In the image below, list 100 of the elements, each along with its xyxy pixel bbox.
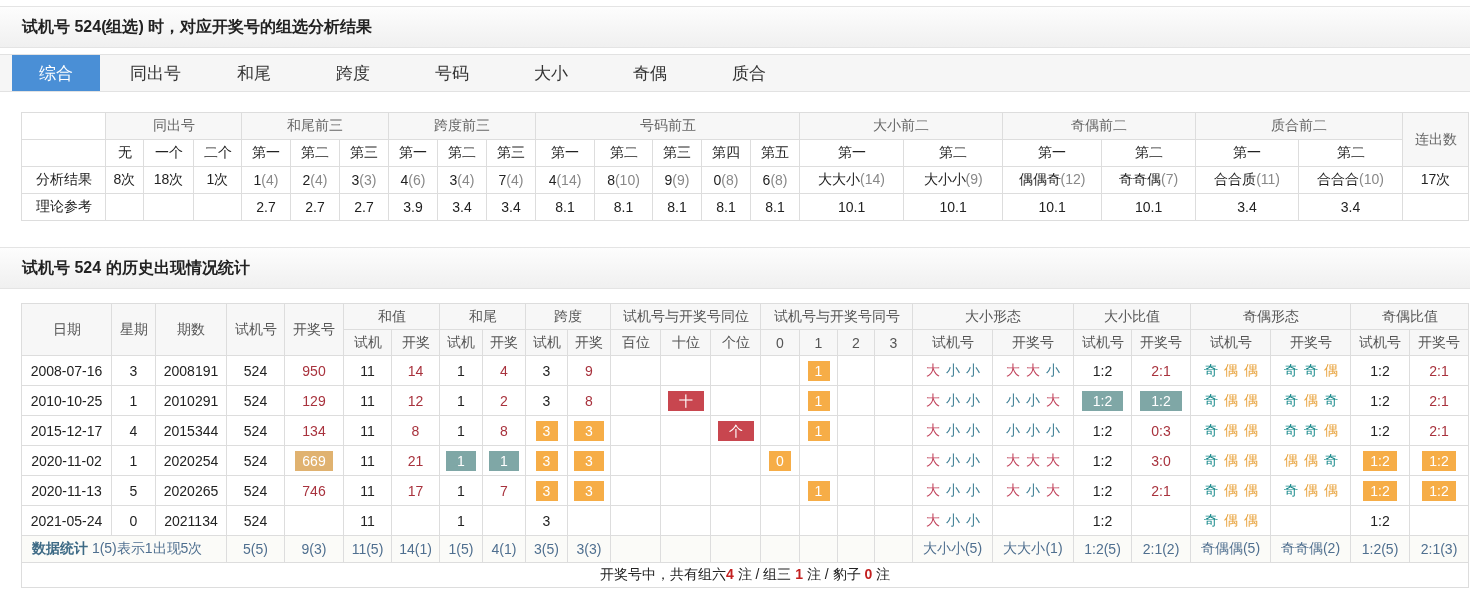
table-cell: 3 [525, 355, 568, 386]
column-header: 第二 [437, 139, 487, 167]
column-header: 期数 [155, 303, 227, 356]
table-cell: 1:2 [1350, 505, 1410, 536]
table-cell: 奇 偶 偶 [1190, 445, 1271, 476]
table-cell: 18次 [143, 166, 194, 194]
highlight-badge: 个 [717, 420, 754, 441]
column-group-header: 大小形态 [912, 303, 1074, 330]
table-cell: 6(8) [750, 166, 800, 194]
table-cell: 1:2 [1073, 445, 1132, 476]
tab[interactable]: 跨度 [309, 55, 397, 91]
table-cell: 2 [482, 385, 526, 416]
table-cell: 大小小(5) [912, 535, 993, 563]
table-cell: 5(5) [226, 535, 285, 563]
column-header: 二个 [193, 139, 242, 167]
table-cell: 2015-12-17 [21, 415, 112, 446]
table-cell: 3.4 [1195, 193, 1299, 221]
table-cell: 大 小 小 [912, 385, 993, 416]
column-header: 第三 [652, 139, 702, 167]
table-cell: 1:2 [1073, 475, 1132, 506]
table-cell: 524 [226, 415, 285, 446]
table-cell: 3.9 [388, 193, 438, 221]
table-cell: 1 [439, 415, 483, 446]
table-cell: 12 [391, 385, 440, 416]
column-header: 第二 [1101, 139, 1196, 167]
table-cell: 2020254 [155, 445, 227, 476]
table-cell: 524 [226, 475, 285, 506]
table-cell: 3 [525, 505, 568, 536]
table-cell: 3 [111, 355, 156, 386]
table-cell: 大 小 小 [912, 475, 993, 506]
table-cell: 3.4 [486, 193, 536, 221]
table-cell: 0(8) [701, 166, 751, 194]
table-cell: 8(10) [594, 166, 653, 194]
highlight-badge: 3 [535, 420, 558, 441]
tab[interactable]: 和尾 [210, 55, 298, 91]
table-cell: 4(14) [535, 166, 595, 194]
tab[interactable]: 奇偶 [606, 55, 694, 91]
column-group-header: 大小前二 [799, 112, 1003, 140]
column-header: 星期 [111, 303, 156, 356]
table-cell: 8 [567, 385, 611, 416]
table-cell: 2:1 [1409, 355, 1469, 386]
table-cell: 2010-10-25 [21, 385, 112, 416]
table-cell: 3.4 [437, 193, 487, 221]
tab[interactable]: 同出号 [111, 55, 199, 91]
table-cell: 1(4) [241, 166, 291, 194]
table-cell: 17 [391, 475, 440, 506]
tab[interactable]: 质合 [705, 55, 793, 91]
table-cell: 8.1 [652, 193, 702, 221]
table-cell: 8.1 [750, 193, 800, 221]
highlight-badge: 0 [769, 450, 791, 471]
column-group-header: 试机号与开奖号同号 [760, 303, 913, 330]
highlight-badge: 1 [807, 420, 830, 441]
column-header: 连出数 [1402, 112, 1469, 167]
table-cell: 奇 偶 偶 [1190, 385, 1271, 416]
table-cell: 524 [226, 385, 285, 416]
table-cell: 大大小(1) [992, 535, 1074, 563]
column-group-header: 跨度前三 [388, 112, 536, 140]
table-cell: 1(5) [439, 535, 483, 563]
highlight-badge: 3 [574, 420, 604, 441]
table-cell: 1:2(5) [1350, 535, 1410, 563]
table-cell: 大小小(9) [903, 166, 1003, 194]
column-group-header: 跨度 [525, 303, 611, 330]
section-title: 试机号 524(组选) 时，对应开奖号的组选分析结果 [22, 16, 373, 37]
tab[interactable]: 号码 [408, 55, 496, 91]
highlight-badge: 3 [574, 480, 604, 501]
column-header: 第三 [486, 139, 536, 167]
table-cell: 1 [439, 475, 483, 506]
column-group-header: 大小比值 [1073, 303, 1191, 330]
table-cell: 大 小 小 [912, 445, 993, 476]
tab[interactable]: 大小 [507, 55, 595, 91]
column-header: 第一 [799, 139, 904, 167]
table-cell: 2008191 [155, 355, 227, 386]
table-cell: 3(3) [339, 166, 389, 194]
table-cell: 10.1 [903, 193, 1003, 221]
table-cell: 大 大 大 [992, 445, 1074, 476]
column-group-header: 和尾前三 [241, 112, 389, 140]
table-cell: 8.1 [535, 193, 595, 221]
table-cell: 1 [439, 385, 483, 416]
table-cell: 奇 偶 奇 [1270, 385, 1351, 416]
table-cell: 4(1) [482, 535, 526, 563]
table-cell: 奇 偶 偶 [1190, 505, 1271, 536]
table-cell: 1:2 [1073, 355, 1132, 386]
column-header: 日期 [21, 303, 112, 356]
table-cell: 11 [343, 385, 392, 416]
table-cell: 134 [284, 415, 344, 446]
row-header: 理论参考 [21, 193, 106, 221]
row-header: 分析结果 [21, 166, 106, 194]
table-cell: 2021134 [155, 505, 227, 536]
table-cell: 2(4) [290, 166, 340, 194]
table-cell: 2:1(2) [1131, 535, 1191, 563]
column-group-header: 质合前二 [1195, 112, 1403, 140]
column-header: 试机号 [912, 329, 993, 356]
column-header: 一个 [143, 139, 194, 167]
column-group-header: 号码前五 [535, 112, 800, 140]
column-header: 开奖号 [992, 329, 1074, 356]
table-cell: 17次 [1402, 166, 1469, 194]
table-cell: 8.1 [701, 193, 751, 221]
table-cell: 奇偶偶(5) [1190, 535, 1271, 563]
table-cell: 大 小 大 [992, 475, 1074, 506]
table-cell: 2008-07-16 [21, 355, 112, 386]
